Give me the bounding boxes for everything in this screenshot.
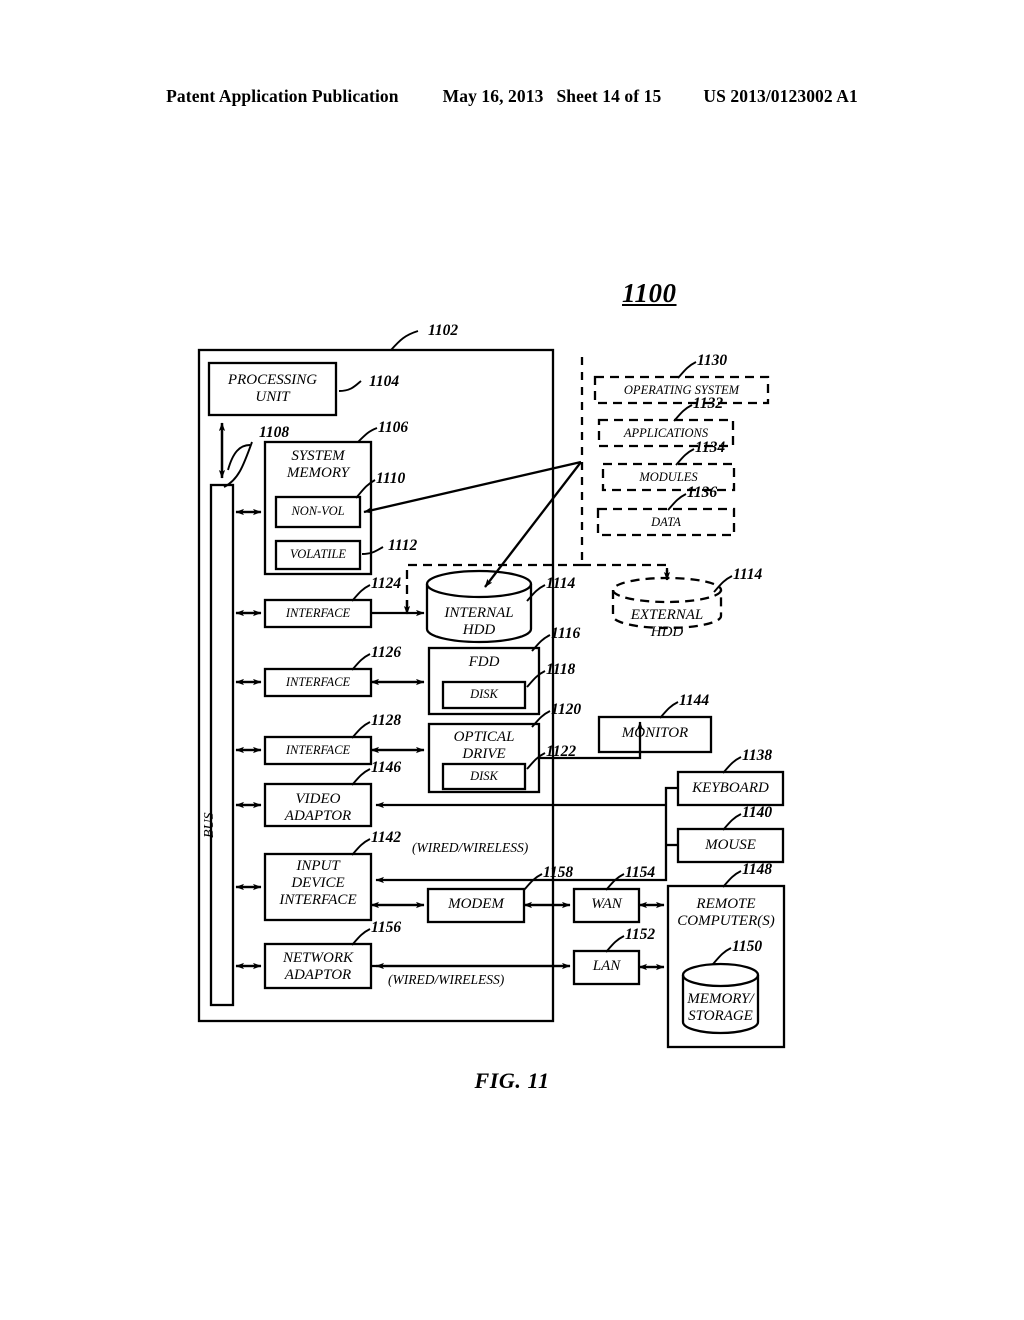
ref-1118: 1118 [546,661,576,678]
ref-1112: 1112 [388,537,418,554]
ref-1120: 1120 [551,701,582,718]
wired-wireless-bottom-label: (WIRED/WIRELESS) [388,972,505,987]
ref-1152: 1152 [625,926,656,943]
ref-1150: 1150 [732,938,763,955]
bus-label: BUS [202,812,217,838]
ref-1146: 1146 [371,759,402,776]
ref-1114-external: 1114 [733,566,763,583]
figure-drawing [197,330,786,1049]
ref-1104: 1104 [369,373,400,390]
ref-1128: 1128 [371,712,402,729]
ref-1124: 1124 [371,575,402,592]
ref-1132: 1132 [693,395,724,412]
patent-figure-11: 1100 PROCESSING UNIT SYSTEM MEMORY NON-V… [0,0,1024,1320]
ref-1116: 1116 [551,625,581,642]
ref-1138: 1138 [742,747,773,764]
ref-1102: 1102 [428,322,459,339]
ref-1106: 1106 [378,419,409,436]
ref-1114-internal: 1114 [546,575,576,592]
ref-1134: 1134 [695,439,726,456]
ref-1154: 1154 [625,864,656,881]
ref-1110: 1110 [376,470,406,487]
figure-caption: FIG. 11 [474,1068,550,1093]
ref-1130: 1130 [697,352,728,369]
ref-1158: 1158 [543,864,574,881]
ref-1126: 1126 [371,644,402,661]
ref-1108: 1108 [259,424,290,441]
ref-1140: 1140 [742,804,773,821]
ref-1142: 1142 [371,829,402,846]
ref-1122: 1122 [546,743,577,760]
ref-1136: 1136 [687,484,718,501]
wired-wireless-top-label: (WIRED/WIRELESS) [412,840,529,855]
ref-1156: 1156 [371,919,402,936]
ref-1148: 1148 [742,861,773,878]
ref-1144: 1144 [679,692,710,709]
